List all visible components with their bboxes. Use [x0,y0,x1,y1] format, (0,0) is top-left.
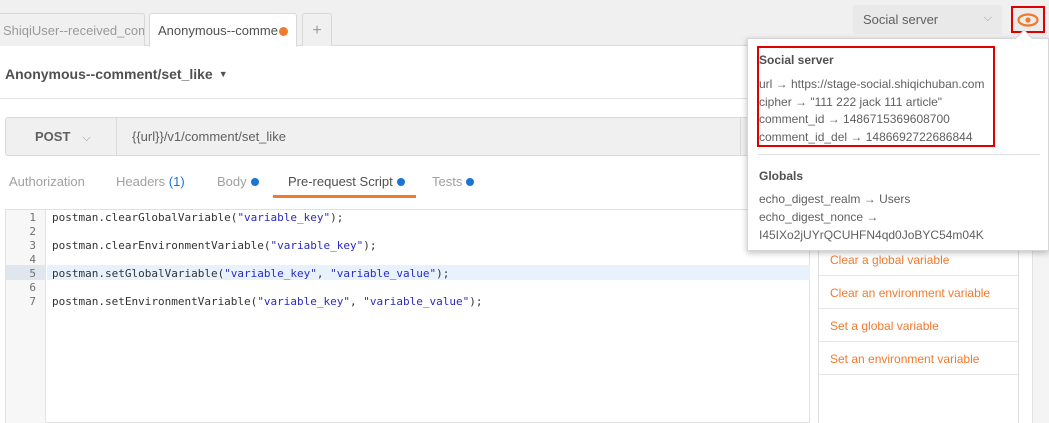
env-variable: comment_id_del → 1486692722686844 [759,130,973,144]
tab-authorization[interactable]: Authorization [9,174,85,189]
code-line: postman.setGlobalVariable("variable_key"… [52,267,450,280]
plus-icon: + [312,22,322,39]
code-line: postman.clearEnvironmentVariable("variab… [52,239,377,252]
tab-body[interactable]: Body [217,174,259,189]
env-variable: comment_id → 1486715369608700 [759,112,950,126]
line-number: 3 [29,239,36,252]
env-variable: url → https://stage-social.shiqichuban.c… [759,77,985,91]
global-variable: echo_digest_realm → Users [759,192,911,206]
url-input[interactable]: {{url}}/v1/comment/set_like [118,118,738,155]
snippets-panel: Clear a global variable Clear an environ… [818,240,1019,423]
snippet-set-environment-variable[interactable]: Set an environment variable [819,342,1018,375]
tab-label: Anonymous--comme [158,23,278,38]
scrollbar[interactable] [1032,240,1049,423]
line-number: 7 [29,295,36,308]
dot-icon [466,178,475,186]
active-tab-indicator [273,195,416,198]
request-name: Anonymous--comment/set_like [5,66,213,82]
tab-headers[interactable]: Headers (1) [116,174,185,189]
line-number: 2 [29,225,36,238]
dot-icon [250,178,259,186]
request-name-dropdown[interactable]: Anonymous--comment/set_like ▼ [5,66,228,82]
tab-label: ShiqiUser--received_com [3,23,145,38]
chevron-down-icon: ⌵ [82,132,91,144]
snippet-set-global-variable[interactable]: Set a global variable [819,309,1018,342]
global-variable: echo_digest_nonce → [759,210,879,224]
method-label: POST [35,129,71,144]
environment-quicklook-button[interactable] [1011,6,1045,33]
divider [758,154,1040,155]
add-tab-button[interactable]: + [302,13,332,46]
env-variable: cipher → "111 222 jack 111 article" [759,95,943,109]
method-select[interactable]: POST ⌵ [6,118,117,155]
environment-quicklook-popup: Social server url → https://stage-social… [747,29,1049,251]
line-number: 1 [29,211,36,224]
tab-label: Tests [432,174,463,189]
url-value: {{url}}/v1/comment/set_like [132,129,286,144]
caret-down-icon: ▼ [218,69,228,79]
eye-icon [1017,12,1039,27]
url-bar: POST ⌵ {{url}}/v1/comment/set_like [5,117,750,156]
tab-label: Headers [116,174,166,189]
tab-label: Body [217,174,247,189]
divider [740,118,741,155]
chevron-down-icon: ⌵ [983,12,992,24]
tab-tests[interactable]: Tests [432,174,475,189]
script-editor[interactable]: 1 2 3 4 5 6 7 postman.clearGlobalVariabl… [5,209,810,423]
global-variable: I45IXo2jUYrQCUHFN4qd0JoBYC54m04K [759,228,984,242]
environment-title: Social server [759,53,834,67]
environment-selected-label: Social server [863,12,939,27]
tab-shiqiuser-received[interactable]: ShiqiUser--received_com [0,13,145,46]
code-line: postman.setEnvironmentVariable("variable… [52,295,483,308]
unsaved-dot-icon [279,27,288,36]
request-subtabs: Authorization Headers (1) Body Pre-reque… [0,168,750,198]
tab-label: Authorization [9,174,85,189]
code-line: postman.clearGlobalVariable("variable_ke… [52,211,344,224]
line-number: 6 [29,281,36,294]
snippet-clear-environment-variable[interactable]: Clear an environment variable [819,276,1018,309]
tab-label: Pre-request Script [288,174,393,189]
globals-title: Globals [759,169,804,183]
tab-anonymous-comment[interactable]: Anonymous--comme [149,13,297,47]
divider [0,98,750,99]
dot-icon [396,178,405,186]
environment-select[interactable]: Social server ⌵ [853,5,1002,34]
line-number: 4 [29,253,36,266]
tab-pre-request-script[interactable]: Pre-request Script [288,174,405,189]
headers-count-badge: (1) [168,174,185,189]
line-number: 5 [29,267,36,280]
